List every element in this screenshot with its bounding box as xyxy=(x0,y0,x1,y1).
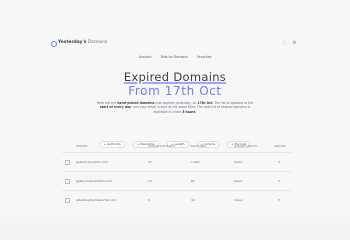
desc-part: . The list is updated at the xyxy=(212,101,254,105)
domain-length: Clean xyxy=(234,179,243,183)
analyse-icon[interactable]: ⌕ xyxy=(278,159,280,164)
row-checkbox[interactable] xyxy=(65,160,70,165)
header: Yesterday's Domains ◌ ⚙ xyxy=(0,36,350,52)
desc-part: 17th Oct xyxy=(197,101,213,105)
domain-name[interactable]: gettyoursmarthello.com xyxy=(76,179,112,183)
domains-table: Domain Domain Authority Backlinks Domain… xyxy=(62,142,292,209)
backlinks-count: 82 xyxy=(191,179,195,183)
page-description: Here are the hand-picked domains that ex… xyxy=(95,101,255,114)
settings-icon[interactable]: ⚙ xyxy=(292,41,297,46)
desc-part: hand-picked domains xyxy=(117,101,155,105)
analyse-icon[interactable]: ⌕ xyxy=(278,178,280,183)
table-row[interactable]: sktestingthethepartial.com 5 16 Clean ⌕ xyxy=(62,190,292,209)
column-header[interactable]: Domain xyxy=(76,144,87,148)
brand-name[interactable]: Yesterday's Domains xyxy=(58,40,107,45)
nav-item-favorites[interactable]: Favorites xyxy=(197,55,211,59)
row-checkbox[interactable] xyxy=(65,179,70,184)
table-row[interactable]: gettyoursmarthello.com 13 82 Clean ⌕ xyxy=(62,171,292,190)
page-title: Expired Domains xyxy=(0,70,350,84)
table-row[interactable]: galacticsmartful.com 17 1,904 Clean ⌕ xyxy=(62,152,292,171)
desc-part: 5 hours xyxy=(182,109,196,114)
table-header: Domain Domain Authority Backlinks Domain… xyxy=(62,142,292,152)
backlinks-count: 1,904 xyxy=(191,160,200,164)
row-checkbox[interactable] xyxy=(65,198,70,203)
page-title-text: Expired Domains xyxy=(123,70,227,84)
analyse-icon[interactable]: ⌕ xyxy=(278,197,280,202)
domain-authority: 5 xyxy=(148,198,150,202)
domain-authority: 13 xyxy=(148,179,152,183)
desc-part: start of every day xyxy=(99,105,131,110)
nav-item-analysis[interactable]: Analysis xyxy=(139,55,152,59)
desc-part: . xyxy=(195,109,197,114)
domain-name[interactable]: galacticsmartful.com xyxy=(76,160,108,164)
domain-authority: 17 xyxy=(148,160,152,164)
domain-length: Clean xyxy=(234,198,243,202)
main-nav: Analysis Bids for Domains Favorites xyxy=(0,55,350,59)
brand-name-main: Yesterday's xyxy=(58,40,87,45)
backlinks-count: 16 xyxy=(191,198,195,202)
page-subtitle: From 17th Oct xyxy=(128,84,222,98)
profile-icon[interactable]: ◌ xyxy=(282,41,287,46)
column-header[interactable]: Backlinks xyxy=(191,144,206,148)
column-header[interactable]: Domain Authority xyxy=(148,144,176,148)
desc-part: that expired yesterday, on xyxy=(154,101,198,105)
brand-name-suffix: Domains xyxy=(87,40,108,45)
column-header[interactable]: Analyse xyxy=(274,144,286,148)
column-header[interactable]: Domain Length xyxy=(234,144,257,148)
nav-item-bids[interactable]: Bids for Domains xyxy=(161,55,188,59)
domain-length: Clean xyxy=(234,160,243,164)
logo-icon xyxy=(51,41,57,47)
page: Yesterday's Domains ◌ ⚙ Analysis Bids fo… xyxy=(0,0,350,240)
domain-name[interactable]: sktestingthethepartial.com xyxy=(76,198,117,202)
desc-part: Here are the xyxy=(96,101,118,105)
